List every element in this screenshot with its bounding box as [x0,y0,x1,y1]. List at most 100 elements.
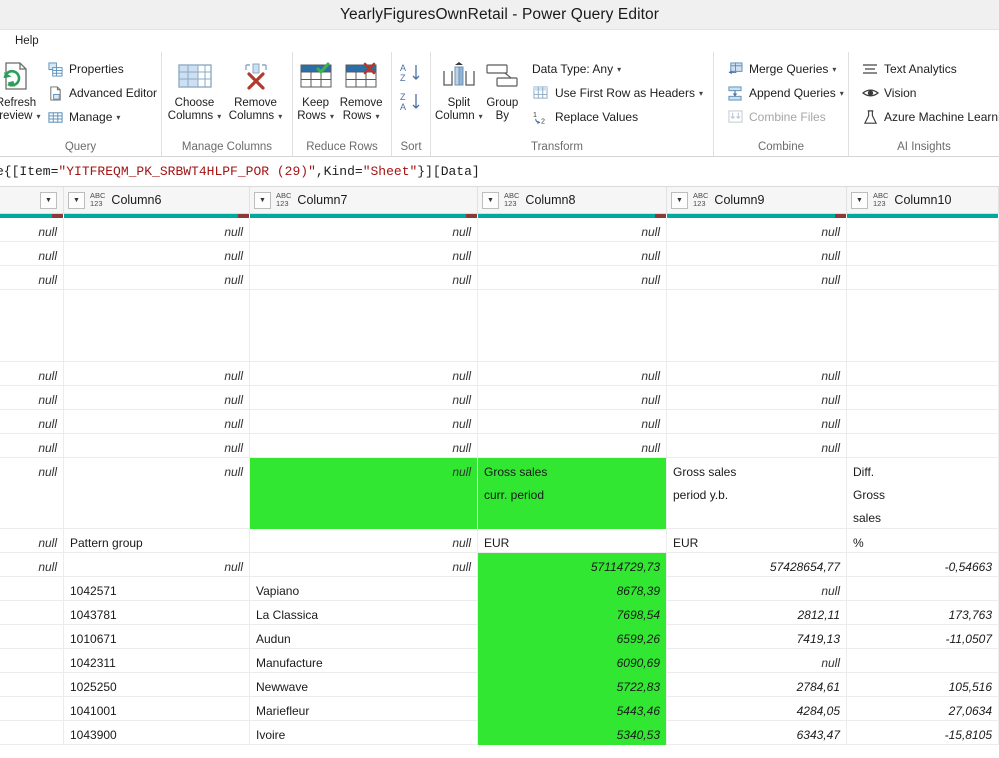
cell-column9[interactable]: null [667,266,847,290]
table-row[interactable]: 1043781 La Classica 7698,54 2812,11 173,763 [0,601,999,625]
cell-column10[interactable] [847,410,999,434]
cell-column9[interactable]: 2812,11 [667,601,847,625]
cell-column8[interactable]: 5722,83 [478,673,667,697]
table-row[interactable]: 1043900 Ivoire 5340,53 6343,47 -15,8105 [0,721,999,745]
cell-column5[interactable] [0,290,64,362]
cell-column9[interactable]: Gross sales period y.b. [667,458,847,529]
cell-column10[interactable]: Diff. Gross sales [847,458,999,529]
cell-column6[interactable]: null [64,242,250,266]
column-header-column10[interactable]: ▼ ABC 123 Column10 [847,187,999,214]
formula-bar[interactable]: e{[Item="YITFREQM_PK_SRBWT4HLPF_POR (29)… [0,157,999,187]
cell-column10[interactable]: -15,8105 [847,721,999,745]
chevron-down-icon[interactable]: ▾ [699,89,703,98]
cell-column9[interactable]: null [667,410,847,434]
cell-column7[interactable]: Manufacture [250,649,478,673]
cell-column6[interactable]: 1042311 [64,649,250,673]
cell-column8[interactable]: null [478,362,667,386]
cell-column8[interactable]: 57114729,73 [478,553,667,577]
cell-column10[interactable] [847,386,999,410]
split-column-button[interactable]: Split Column ▾ [435,56,483,123]
chevron-down-icon[interactable]: ▾ [832,65,836,74]
table-row[interactable]: 1042311 Manufacture 6090,69 null [0,649,999,673]
cell-column9[interactable]: null [667,362,847,386]
cell-column5[interactable] [0,673,64,697]
cell-column10[interactable]: -0,54663 [847,553,999,577]
cell-column9[interactable]: 57428654,77 [667,553,847,577]
column-header-column6[interactable]: ▼ ABC 123 Column6 [64,187,250,214]
cell-column9[interactable]: null [667,242,847,266]
table-row[interactable]: null null null 57114729,73 57428654,77 -0,546… [0,553,999,577]
cell-column7[interactable]: La Classica [250,601,478,625]
cell-column5[interactable]: null [0,218,64,242]
cell-column5[interactable] [0,697,64,721]
cell-column5[interactable] [0,649,64,673]
cell-column8[interactable]: 5443,46 [478,697,667,721]
table-row[interactable]: null null null null null [0,362,999,386]
cell-column7[interactable]: null [250,266,478,290]
advanced-editor-button[interactable]: Advanced Editor [42,81,161,105]
table-row[interactable]: 1025250 Newwave 5722,83 2784,61 105,516 [0,673,999,697]
table-row[interactable]: 1041001 Mariefleur 5443,46 4284,05 27,0634 [0,697,999,721]
cell-column10[interactable]: 105,516 [847,673,999,697]
sort-ascending-button[interactable]: A Z [399,62,423,89]
cell-column6[interactable]: null [64,362,250,386]
cell-column6[interactable]: null [64,386,250,410]
cell-column8[interactable]: null [478,410,667,434]
cell-column5[interactable]: null [0,553,64,577]
cell-column6[interactable]: null [64,410,250,434]
cell-column10[interactable]: 173,763 [847,601,999,625]
cell-column5[interactable]: null [0,242,64,266]
cell-column8[interactable]: 7698,54 [478,601,667,625]
column-header-column7[interactable]: ▼ ABC 123 Column7 [250,187,478,214]
cell-column8[interactable]: 8678,39 [478,577,667,601]
cell-column5[interactable]: null [0,529,64,553]
cell-column6[interactable]: 1043781 [64,601,250,625]
cell-column8[interactable]: null [478,242,667,266]
cell-column7[interactable]: null [250,434,478,458]
cell-column7[interactable]: null [250,218,478,242]
cell-column6[interactable]: null [64,266,250,290]
filter-dropdown-column7[interactable]: ▼ [254,191,271,209]
cell-column10[interactable] [847,290,999,362]
cell-column7[interactable]: Ivoire [250,721,478,745]
table-row[interactable]: null null null null null [0,434,999,458]
merge-queries-button[interactable]: Merge Queries ▾ [722,57,848,81]
cell-column5[interactable]: null [0,386,64,410]
data-type-button[interactable]: Data Type: Any ▾ [528,57,707,81]
filter-dropdown-column10[interactable]: ▼ [851,191,868,209]
cell-column6[interactable]: 1010671 [64,625,250,649]
cell-column5[interactable]: null [0,458,64,529]
cell-column10[interactable] [847,218,999,242]
sort-descending-button[interactable]: Z A [399,91,423,118]
cell-column9[interactable] [667,290,847,362]
chevron-down-icon[interactable]: ▾ [617,65,621,74]
cell-column9[interactable]: null [667,649,847,673]
manage-button[interactable]: Manage ▾ [42,105,161,129]
remove-rows-button[interactable]: Remove Rows ▾ [337,56,385,123]
cell-column10[interactable] [847,434,999,458]
cell-column9[interactable]: null [667,577,847,601]
cell-column8[interactable]: 6599,26 [478,625,667,649]
use-first-row-as-headers-button[interactable]: Use First Row as Headers ▾ [528,81,707,105]
cell-column9[interactable]: 7419,13 [667,625,847,649]
cell-column6[interactable] [64,290,250,362]
append-queries-button[interactable]: Append Queries ▾ [722,81,848,105]
cell-column7[interactable]: null [250,386,478,410]
chevron-down-icon[interactable]: ▾ [840,89,844,98]
table-row[interactable]: null null null null null [0,242,999,266]
cell-column7[interactable] [250,290,478,362]
cell-column6[interactable]: 1025250 [64,673,250,697]
cell-column5[interactable] [0,577,64,601]
group-by-button[interactable]: Group By [483,56,522,123]
table-row[interactable]: null null null null null [0,266,999,290]
choose-columns-button[interactable]: Choose Columns ▾ [164,56,225,123]
table-row[interactable]: null null null Gross sales curr. period Gros… [0,458,999,529]
text-analytics-button[interactable]: Text Analytics [857,57,999,81]
cell-column7[interactable]: null [250,458,478,529]
refresh-preview-button[interactable]: Refresh Preview▾ [0,56,40,123]
cell-column7[interactable]: null [250,242,478,266]
cell-column10[interactable] [847,649,999,673]
cell-column7[interactable]: null [250,362,478,386]
properties-button[interactable]: Properties [42,57,161,81]
cell-column7[interactable]: Newwave [250,673,478,697]
